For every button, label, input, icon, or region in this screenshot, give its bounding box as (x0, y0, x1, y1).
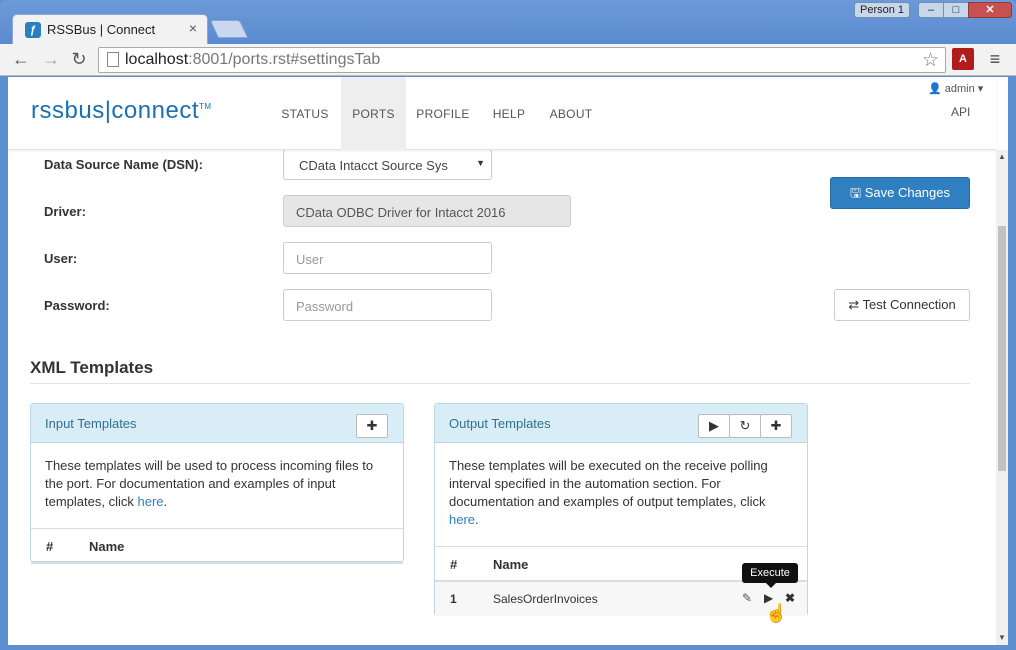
nav-status[interactable]: STATUS (272, 77, 338, 150)
refresh-icon: ↻ (739, 418, 751, 433)
url-text: localhost:8001/ports.rst#settingsTab (125, 51, 381, 68)
execute-all-button[interactable]: ▶ (698, 414, 730, 438)
save-icon: 🖫 (850, 185, 862, 200)
col-number-header: # (46, 539, 54, 554)
nav-profile[interactable]: PROFILE (410, 77, 476, 150)
test-connection-button[interactable]: ⇄ Test Connection (834, 289, 970, 321)
password-label: Password: (44, 298, 110, 313)
scroll-thumb[interactable] (998, 226, 1006, 471)
play-icon: ▶ (709, 418, 719, 433)
hand-cursor-icon: ☝ (765, 603, 788, 623)
reload-icon[interactable]: ↻ (68, 48, 90, 70)
driver-field: CData ODBC Driver for Intacct 2016 (283, 195, 571, 227)
user-input[interactable]: User (283, 242, 492, 274)
xml-templates-heading: XML Templates (30, 358, 154, 377)
output-templates-header: Output Templates ▶ ↻ ✚ (435, 404, 807, 443)
section-divider (30, 383, 970, 384)
rssbus-favicon-icon: ƒ (25, 22, 41, 38)
password-input[interactable]: Password (283, 289, 492, 321)
input-templates-header: Input Templates ✚ (31, 404, 403, 443)
table-row[interactable]: 1 SalesOrderInvoices ✎ ▶ ✖ (435, 582, 807, 616)
forward-arrow-icon[interactable]: → (40, 48, 62, 70)
dsn-value: CData Intacct Source Sys (299, 158, 448, 173)
app-navbar: rssbus|connectTM STATUS PORTS PROFILE HE… (8, 77, 996, 150)
scroll-up-icon[interactable]: ▲ (996, 152, 1008, 161)
plus-icon: ✚ (366, 418, 378, 433)
edit-icon[interactable]: ✎ (742, 591, 752, 605)
input-table-header: # Name (31, 528, 403, 564)
tab-title: RSSBus | Connect (47, 22, 156, 37)
caret-down-icon: ▾ (977, 83, 984, 95)
user-icon: 👤 (928, 83, 942, 95)
row-name: SalesOrderInvoices (493, 592, 598, 606)
plus-icon: ✚ (770, 418, 782, 433)
tab-close-icon[interactable]: × (189, 20, 197, 36)
page-scrollbar[interactable]: ▲ ▼ (996, 150, 1008, 645)
address-bar[interactable]: localhost:8001/ports.rst#settingsTab ☆ (98, 47, 946, 73)
save-changes-button[interactable]: 🖫 Save Changes (830, 177, 970, 209)
bookmark-star-icon[interactable]: ☆ (922, 49, 939, 72)
browser-toolbar: ← → ↻ localhost:8001/ports.rst#settingsT… (0, 44, 1016, 76)
input-templates-panel: Input Templates ✚ These templates will b… (30, 403, 404, 564)
page-viewport: rssbus|connectTM STATUS PORTS PROFILE HE… (8, 77, 1008, 645)
row-number: 1 (450, 592, 457, 606)
add-output-template-button[interactable]: ✚ (760, 414, 792, 438)
close-window-button[interactable]: ✕ (968, 2, 1012, 18)
back-arrow-icon[interactable]: ← (10, 48, 32, 70)
browser-menu-icon[interactable]: ≡ (984, 48, 1006, 70)
user-label: User: (44, 251, 78, 266)
nav-help[interactable]: HELP (486, 77, 532, 150)
admin-menu[interactable]: 👤 admin ▾ (928, 82, 983, 95)
refresh-templates-button[interactable]: ↻ (729, 414, 761, 438)
exchange-icon: ⇄ (848, 297, 860, 312)
scroll-down-icon[interactable]: ▼ (996, 633, 1008, 642)
add-input-template-button[interactable]: ✚ (356, 414, 388, 438)
browser-tab[interactable]: ƒ RSSBus | Connect × (12, 14, 208, 44)
rssbus-connect-logo[interactable]: rssbus|connectTM (31, 97, 212, 125)
nav-ports[interactable]: PORTS (341, 77, 406, 150)
maximize-button[interactable]: □ (943, 2, 969, 18)
input-docs-link[interactable]: here (137, 494, 163, 509)
nav-about[interactable]: ABOUT (544, 77, 598, 150)
pdf-extension-icon[interactable]: A (952, 48, 974, 70)
person-profile-button[interactable]: Person 1 (854, 2, 910, 18)
driver-label: Driver: (44, 204, 86, 219)
input-templates-description: These templates will be used to process … (45, 458, 374, 509)
window-titlebar: ƒ RSSBus | Connect × Person 1 – □ ✕ (0, 0, 1016, 44)
col-name-header: Name (89, 539, 125, 554)
dsn-select[interactable]: CData Intacct Source Sys ▼ (283, 149, 492, 180)
output-templates-title: Output Templates (449, 416, 551, 431)
dsn-label: Data Source Name (DSN): (44, 157, 203, 172)
output-templates-description: These templates will be executed on the … (449, 458, 768, 527)
execute-tooltip: Execute (742, 563, 798, 588)
minimize-button[interactable]: – (918, 2, 944, 18)
nav-api[interactable]: API (951, 105, 970, 119)
output-templates-panel: Output Templates ▶ ↻ ✚ These templates w… (434, 403, 808, 616)
col-name-header: Name (493, 557, 529, 572)
page-icon (107, 52, 119, 67)
new-tab-button[interactable] (209, 20, 249, 38)
col-number-header: # (450, 557, 458, 572)
input-templates-title: Input Templates (45, 416, 137, 431)
select-caret-icon: ▼ (476, 158, 485, 168)
output-docs-link[interactable]: here (449, 512, 475, 527)
